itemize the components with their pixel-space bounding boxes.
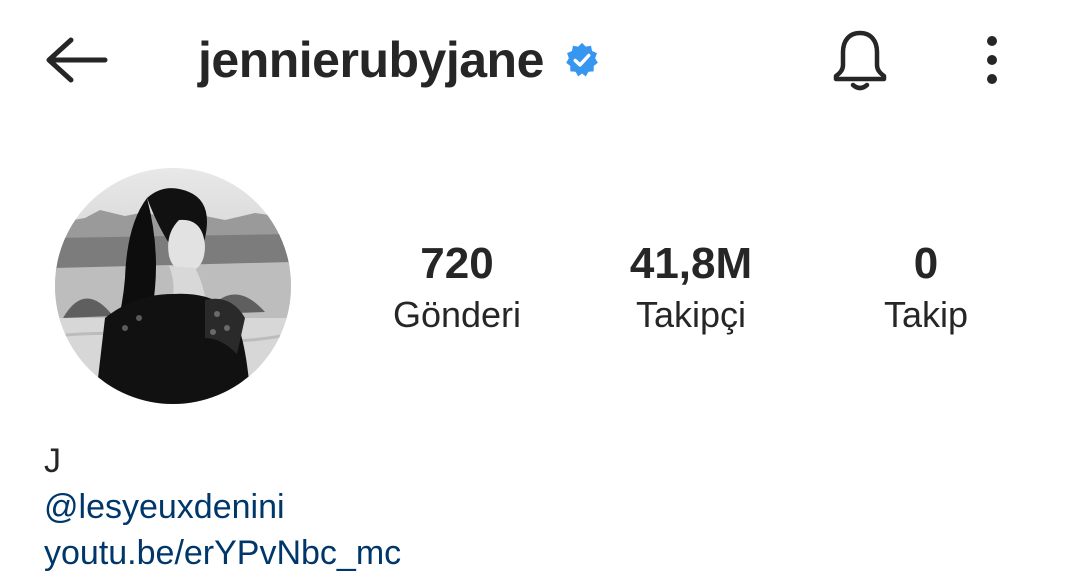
posts-count-value: 720 bbox=[420, 239, 494, 288]
followers-count-value: 41,8M bbox=[629, 239, 753, 288]
verified-badge-icon bbox=[564, 42, 600, 78]
arrow-left-icon bbox=[46, 37, 108, 83]
followers-count[interactable]: 41,8M Takipçi bbox=[591, 236, 791, 338]
posts-count[interactable]: 720 Gönderi bbox=[357, 236, 557, 338]
following-count[interactable]: 0 Takip bbox=[826, 236, 1026, 338]
more-vertical-icon bbox=[987, 36, 997, 84]
profile-header: jennierubyjane bbox=[0, 0, 1080, 120]
posts-count-label: Gönderi bbox=[392, 294, 522, 335]
more-options-button[interactable] bbox=[966, 28, 1018, 92]
following-count-label: Takip bbox=[883, 294, 969, 335]
following-count-value: 0 bbox=[913, 239, 939, 288]
back-button[interactable] bbox=[40, 28, 112, 92]
bio-mention-link[interactable]: @lesyeuxdenini bbox=[44, 484, 1044, 530]
notifications-button[interactable] bbox=[824, 24, 896, 96]
bio-name: J bbox=[44, 442, 61, 480]
profile-username: jennierubyjane bbox=[198, 32, 544, 88]
username-container: jennierubyjane bbox=[198, 28, 600, 92]
profile-avatar[interactable] bbox=[55, 168, 291, 404]
bell-icon bbox=[833, 30, 887, 91]
followers-count-label: Takipçi bbox=[635, 294, 747, 335]
profile-bio: J @lesyeuxdenini youtu.be/erYPvNbc_mc bbox=[44, 438, 1044, 576]
bio-website-link[interactable]: youtu.be/erYPvNbc_mc bbox=[44, 530, 1044, 576]
